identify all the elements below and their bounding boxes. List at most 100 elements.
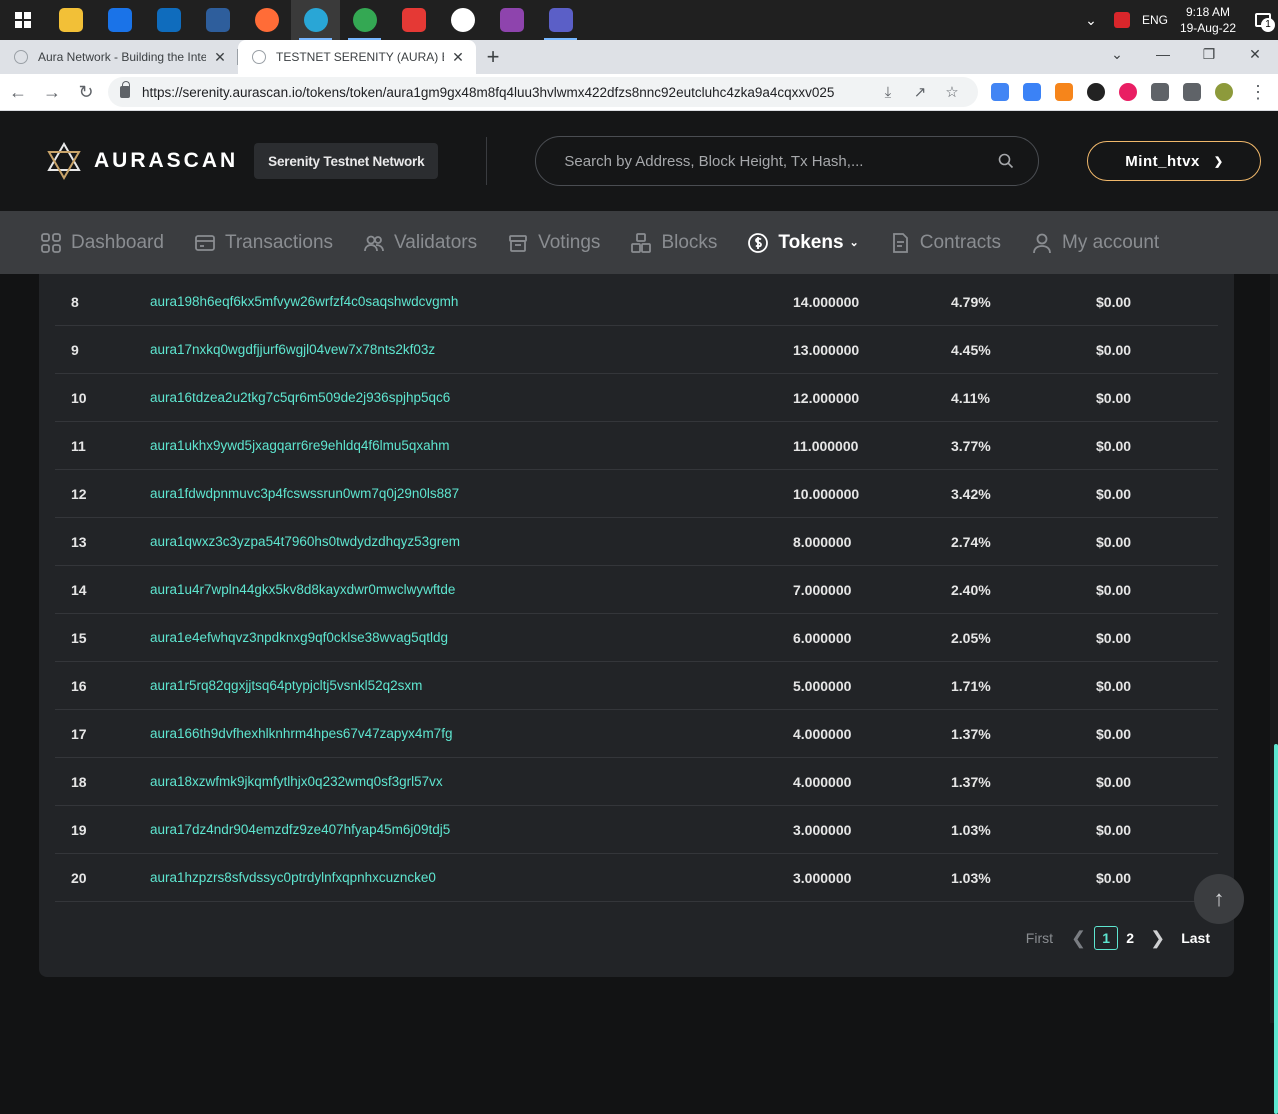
notification-center-button[interactable]: 1: [1248, 0, 1278, 40]
browser-tab-aurascan[interactable]: TESTNET SERENITY (AURA) Block ✕: [238, 40, 476, 74]
language-indicator[interactable]: ENG: [1142, 13, 1168, 27]
share-icon[interactable]: ↗: [904, 83, 936, 101]
profile-icon: [1215, 83, 1233, 101]
search-box[interactable]: Search by Address, Block Height, Tx Hash…: [535, 136, 1040, 186]
account-button[interactable]: Mint_htvx ❯: [1087, 141, 1262, 181]
extension-extensions[interactable]: [1144, 83, 1176, 101]
extension-color-wheel[interactable]: [1112, 83, 1144, 101]
holder-rank: 15: [71, 629, 87, 646]
pagination-page-1[interactable]: 1: [1094, 926, 1119, 950]
address-bar[interactable]: https://serenity.aurascan.io/tokens/toke…: [108, 77, 978, 107]
tab-search-icon[interactable]: ⌄: [1094, 40, 1140, 68]
network-badge[interactable]: Serenity Testnet Network: [254, 143, 439, 179]
nav-my-account[interactable]: My account: [1031, 232, 1159, 254]
taskbar-apps: [46, 0, 585, 40]
tray-app-icon[interactable]: [1113, 12, 1130, 28]
git-tool-icon: [499, 8, 524, 32]
scroll-to-top-button[interactable]: ↑: [1194, 874, 1244, 924]
validators-icon: [364, 235, 384, 251]
nav-votings[interactable]: Votings: [507, 232, 600, 254]
holder-address[interactable]: aura1fdwdpnmuvc3p4fcswssrun0wm7q0j29n0ls…: [150, 486, 459, 501]
page-scrollbar[interactable]: [1270, 274, 1278, 1114]
taskbar-app-mail[interactable]: [95, 0, 144, 40]
taskbar-app-postman[interactable]: [242, 0, 291, 40]
holder-address[interactable]: aura17nxkq0wgdfjjurf6wgjl04vew7x78nts2kf…: [150, 342, 435, 357]
extension-color-picker[interactable]: [1080, 83, 1112, 101]
holder-address[interactable]: aura1ukhx9ywd5jxagqarr6re9ehldq4f6lmu5qx…: [150, 438, 449, 453]
install-app-icon[interactable]: ⤓: [872, 84, 904, 101]
holder-quantity: 11.000000: [793, 437, 859, 454]
holder-address[interactable]: aura17dz4ndr904emzdfz9ze407hfyap45m6j09t…: [150, 822, 450, 837]
holder-rank: 19: [71, 821, 87, 838]
taskbar-app-ubuntu-vpn[interactable]: [438, 0, 487, 40]
taskbar-app-pdf-reader[interactable]: [389, 0, 438, 40]
extension-metamask[interactable]: [1048, 83, 1080, 101]
holder-address[interactable]: aura198h6eqf6kx5mfvyw26wrfzf4c0saqshwdcv…: [150, 294, 458, 309]
taskbar-app-git-tool[interactable]: [487, 0, 536, 40]
browser-tab-aura-network[interactable]: Aura Network - Building the Inter ✕: [0, 40, 238, 74]
extension-profile[interactable]: [1208, 83, 1240, 101]
holder-percentage: 4.11%: [951, 389, 990, 406]
holder-value: $0.00: [1096, 773, 1132, 790]
pagination-last[interactable]: Last: [1181, 930, 1210, 946]
search-icon[interactable]: [998, 153, 1014, 169]
back-icon[interactable]: ←: [2, 82, 34, 103]
pagination-prev-icon[interactable]: ❮: [1071, 928, 1086, 949]
pagination-next-icon[interactable]: ❯: [1150, 928, 1165, 949]
holder-address[interactable]: aura166th9dvfhexhlknhrm4hpes67v47zapyx4m…: [150, 726, 452, 741]
aurascan-logo-icon: [47, 142, 81, 180]
forward-icon[interactable]: →: [36, 82, 68, 103]
taskbar-app-outlook[interactable]: [144, 0, 193, 40]
extension-keplr[interactable]: [1016, 83, 1048, 101]
holder-address[interactable]: aura1r5rq82qgxjjtsq64ptypjcltj5vsnkl52q2…: [150, 678, 422, 693]
taskbar-app-file-explorer[interactable]: [46, 0, 95, 40]
nav-contracts[interactable]: Contracts: [889, 232, 1001, 254]
start-button[interactable]: [0, 0, 46, 40]
nav-dashboard[interactable]: Dashboard: [40, 232, 164, 254]
holder-rank: 17: [71, 725, 87, 742]
holder-address[interactable]: aura16tdzea2u2tkg7c5qr6m509de2j936spjhp5…: [150, 390, 450, 405]
url-text[interactable]: https://serenity.aurascan.io/tokens/toke…: [142, 85, 872, 100]
clock[interactable]: 9:18 AM 19-Aug-22: [1180, 4, 1236, 36]
pagination-page-2[interactable]: 2: [1118, 926, 1142, 950]
nav-validators[interactable]: Validators: [363, 232, 477, 254]
close-tab-icon[interactable]: ✕: [212, 49, 228, 66]
bookmark-star-icon[interactable]: ☆: [936, 83, 968, 101]
minimize-button[interactable]: —: [1140, 40, 1186, 68]
holder-address[interactable]: aura1qwxz3c3yzpa54t7960hs0twdydzdhqyz53g…: [150, 534, 460, 549]
windows-icon: [15, 12, 31, 28]
search-input[interactable]: Search by Address, Block Height, Tx Hash…: [564, 153, 998, 170]
table-row: 15 aura1e4efwhqvz3npdknxg9qf0cklse38wvag5…: [55, 614, 1218, 662]
holder-address[interactable]: aura1u4r7wpln44gkx5kv8d8kayxdwr0mwclwywf…: [150, 582, 455, 597]
close-tab-icon[interactable]: ✕: [450, 49, 466, 66]
lock-icon[interactable]: [120, 81, 130, 98]
holder-address[interactable]: aura18xzwfmk9jkqmfytlhjx0q232wmq0sf3grl5…: [150, 774, 443, 789]
holder-quantity: 3.000000: [793, 869, 852, 886]
extension-translate[interactable]: [984, 83, 1016, 101]
show-hidden-icons-icon[interactable]: ⌄: [1076, 12, 1106, 29]
pagination-first[interactable]: First: [1026, 930, 1053, 946]
new-tab-button[interactable]: +: [476, 40, 510, 74]
close-window-button[interactable]: ✕: [1232, 40, 1278, 68]
extension-side-panel[interactable]: [1176, 83, 1208, 101]
taskbar-app-teams[interactable]: [536, 0, 585, 40]
taskbar-app-mysql-workbench[interactable]: [193, 0, 242, 40]
reload-icon[interactable]: ↻: [70, 82, 102, 103]
clock-date: 19-Aug-22: [1179, 21, 1236, 35]
scrollbar-thumb[interactable]: [1274, 744, 1278, 1114]
postman-icon: [254, 8, 279, 32]
taskbar-app-chrome[interactable]: [340, 0, 389, 40]
holder-address[interactable]: aura1hzpzrs8sfvdssyc0ptrdylnfxqpnhxcuznc…: [150, 870, 436, 885]
taskbar-app-edge[interactable]: [291, 0, 340, 40]
restore-button[interactable]: ❐: [1186, 40, 1232, 68]
nav-transactions[interactable]: Transactions: [194, 232, 333, 254]
menu-icon[interactable]: ⋮: [1242, 82, 1274, 103]
nav-tokens[interactable]: Tokens ⌄: [747, 232, 859, 254]
nav-blocks[interactable]: Blocks: [630, 232, 717, 254]
holder-quantity: 3.000000: [793, 821, 852, 838]
pdf-reader-icon: [401, 8, 426, 32]
holder-percentage: 4.79%: [951, 293, 991, 310]
holder-address[interactable]: aura1e4efwhqvz3npdknxg9qf0cklse38wvag5qt…: [150, 630, 448, 645]
color-picker-icon: [1087, 83, 1105, 101]
aurascan-logo[interactable]: AURASCAN: [46, 142, 238, 180]
